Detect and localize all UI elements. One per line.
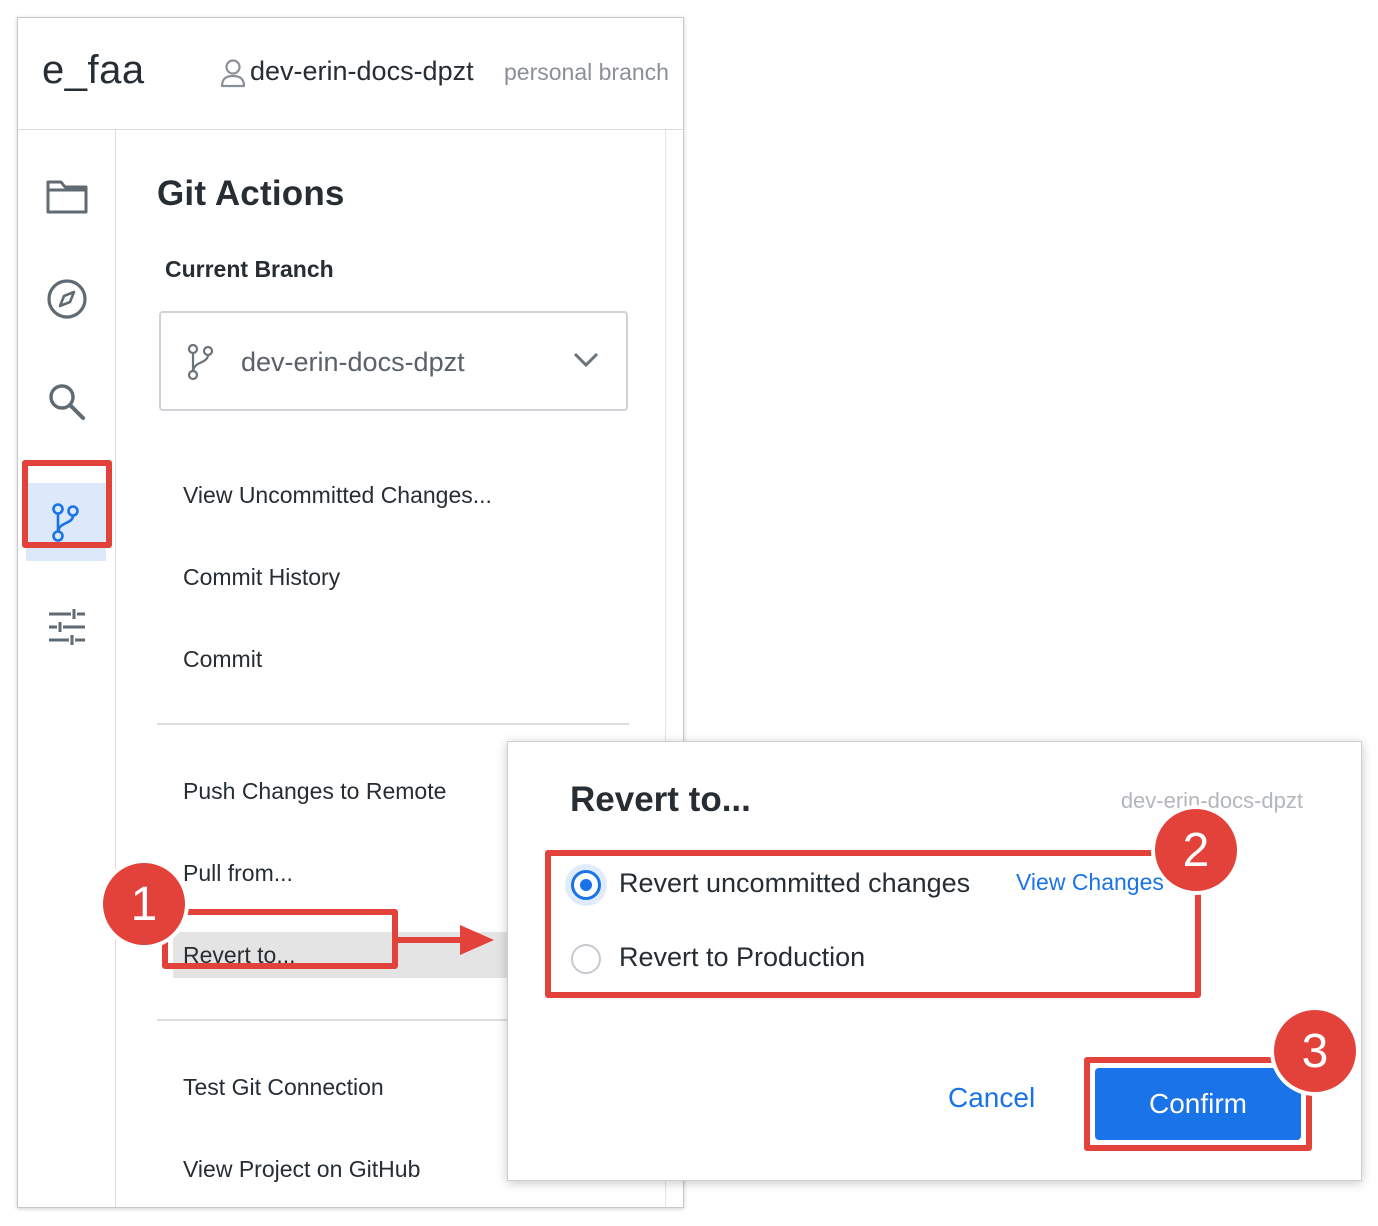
highlight-git-sidebar: [22, 460, 112, 548]
sidebar-item-files[interactable]: [45, 174, 89, 218]
sidebar-item-explore[interactable]: [45, 277, 89, 321]
menu-view-project-github[interactable]: View Project on GitHub: [183, 1156, 420, 1183]
menu-commit[interactable]: Commit: [183, 646, 262, 673]
sidebar-item-search[interactable]: [45, 380, 89, 424]
menu-divider: [157, 723, 629, 725]
compass-icon: [47, 279, 87, 319]
settings-sliders-icon: [49, 609, 85, 645]
user-icon: [220, 59, 246, 88]
header-branch-name: dev-erin-docs-dpzt: [250, 56, 474, 86]
step-badge-2: 2: [1155, 809, 1237, 891]
chevron-down-icon: [573, 352, 599, 368]
menu-test-git-connection[interactable]: Test Git Connection: [183, 1074, 384, 1101]
branch-type-note: personal branch: [504, 59, 669, 85]
menu-pull-from[interactable]: Pull from...: [183, 860, 293, 887]
folder-icon: [46, 180, 88, 214]
dialog-branch-name: dev-erin-docs-dpzt: [1120, 788, 1303, 813]
project-name: e_faa: [42, 48, 145, 92]
git-branch-icon: [187, 343, 214, 381]
sidebar-item-settings[interactable]: [45, 605, 89, 649]
dialog-title: Revert to...: [570, 780, 751, 819]
highlight-revert-options: [545, 850, 1201, 998]
menu-commit-history[interactable]: Commit History: [183, 564, 340, 591]
current-branch-label: Current Branch: [165, 256, 334, 282]
sidebar: [18, 130, 116, 1207]
cancel-button[interactable]: Cancel: [948, 1082, 1035, 1114]
panel-title: Git Actions: [157, 174, 345, 213]
arrow-right-icon: [398, 925, 494, 955]
panel-header: e_faa dev-erin-docs-dpzt personal branch: [18, 18, 683, 130]
menu-view-uncommitted-changes[interactable]: View Uncommitted Changes...: [183, 482, 492, 509]
highlight-confirm-button: [1084, 1057, 1312, 1151]
menu-push-changes[interactable]: Push Changes to Remote: [183, 778, 446, 805]
branch-dropdown[interactable]: dev-erin-docs-dpzt: [159, 311, 628, 411]
highlight-revert-to: [162, 909, 398, 969]
step-badge-1: 1: [103, 863, 185, 945]
search-icon: [49, 384, 85, 420]
branch-dropdown-value: dev-erin-docs-dpzt: [241, 347, 465, 377]
step-badge-3: 3: [1274, 1010, 1356, 1092]
